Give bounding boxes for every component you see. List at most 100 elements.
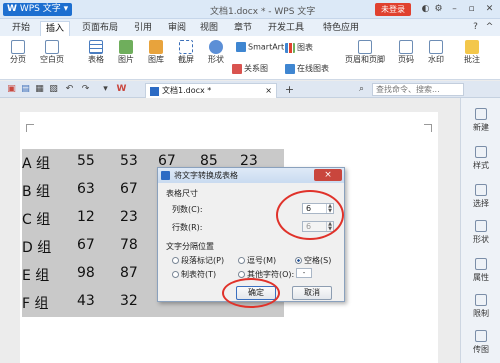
comment-icon [465, 40, 479, 54]
relation-graph-icon [232, 63, 242, 74]
style-icon [475, 146, 487, 158]
watermark-button[interactable]: 水印 [422, 40, 450, 65]
radio-tab[interactable]: 制表符(T) [172, 269, 216, 280]
relation-graph-button[interactable]: 关系图 [232, 63, 268, 74]
wps-home-icon[interactable]: W [116, 84, 127, 95]
page-number-icon [399, 40, 413, 54]
margin-mark-left [26, 124, 34, 132]
comment-button[interactable]: 批注 [458, 40, 486, 65]
document-tab[interactable]: 文档1.docx * × [145, 83, 277, 98]
print-icon[interactable]: ▦ [34, 84, 45, 95]
sidebar-item-style[interactable]: 样式 [465, 146, 497, 171]
tab-insert[interactable]: 插入 [40, 21, 70, 36]
smartart-button[interactable]: SmartArt [236, 42, 284, 52]
tab-review[interactable]: 审阅 [166, 21, 188, 36]
tab-view[interactable]: 视图 [198, 21, 220, 36]
tab-references[interactable]: 引用 [132, 21, 154, 36]
preview-icon[interactable]: ▧ [48, 84, 59, 95]
folder-icon[interactable]: ▣ [6, 84, 17, 95]
sidebar-item-properties[interactable]: 属性 [465, 258, 497, 283]
cell-value: 43 [77, 293, 95, 309]
undo-icon[interactable]: ↶ [64, 84, 75, 95]
radio-space[interactable]: 空格(S) [295, 255, 331, 266]
radio-icon [238, 271, 245, 278]
window-title: 文档1.docx * - WPS 文字 [210, 7, 316, 17]
cell-value: 12 [77, 209, 95, 225]
sidebar-item-shape[interactable]: 形状 [465, 220, 497, 245]
app-menu-button[interactable]: W WPS 文字 ▾ [3, 3, 73, 16]
tab-developer[interactable]: 开发工具 [266, 21, 306, 36]
document-tab-bar: ▣ ▤ ▦ ▧ ↶ ↷ ▾ W 文档1.docx * × + ⌕ 查找命令、搜索… [0, 81, 500, 98]
dialog-close-button[interactable]: × [314, 169, 342, 181]
table-button[interactable]: 表格 [82, 40, 110, 65]
command-search-input[interactable]: 查找命令、搜索... [372, 83, 464, 96]
picture-icon [119, 40, 133, 54]
page-number-button[interactable]: 页码 [392, 40, 420, 65]
new-tab-icon[interactable]: + [284, 84, 295, 95]
online-chart-button[interactable]: 在线图表 [285, 63, 329, 74]
radio-icon [172, 271, 179, 278]
online-chart-icon [285, 63, 295, 74]
radio-comma[interactable]: 逗号(M) [238, 255, 276, 266]
table-icon [89, 40, 103, 54]
radio-selected-icon [295, 257, 302, 264]
close-window-icon[interactable]: ✕ [484, 4, 495, 15]
row-label: B 组 [22, 184, 51, 200]
lock-icon [475, 294, 487, 306]
close-tab-icon[interactable]: × [265, 84, 272, 98]
maximize-icon[interactable]: ▫ [466, 4, 477, 15]
columns-label: 列数(C): [172, 205, 203, 214]
minimize-icon[interactable]: – [449, 4, 460, 15]
cell-value: 78 [120, 237, 138, 253]
save-icon[interactable]: ▤ [20, 84, 31, 95]
login-button[interactable]: 未登录 [375, 3, 411, 16]
skin-icon[interactable]: ◐ [420, 4, 431, 15]
header-footer-icon [358, 40, 372, 54]
sidebar-item-select[interactable]: 选择 [465, 184, 497, 209]
redo-icon[interactable]: ↷ [80, 84, 91, 95]
dropdown-icon[interactable]: ▾ [100, 84, 111, 95]
dialog-title: 将文字转换成表格 [174, 171, 238, 180]
ribbon-tab-bar: 开始 插入 页面布局 引用 审阅 视图 章节 开发工具 特色应用 ? ^ [0, 19, 500, 36]
chart-button[interactable]: 图表 [285, 42, 313, 53]
page-break-icon [11, 40, 25, 54]
tab-home[interactable]: 开始 [10, 21, 32, 36]
settings-icon[interactable]: ⚙ [433, 4, 444, 15]
dialog-app-icon [161, 171, 170, 180]
row-label: A 组 [22, 156, 51, 172]
sidebar-item-new[interactable]: 新建 [465, 108, 497, 133]
app-name: WPS 文字 [19, 4, 61, 14]
gallery-button[interactable]: 图库 [142, 40, 170, 65]
row-label: E 组 [22, 268, 50, 284]
tab-features[interactable]: 特色应用 [320, 21, 362, 36]
radio-paragraph-mark[interactable]: 段落标记(P) [172, 255, 224, 266]
page-break-button[interactable]: 分页 [6, 40, 30, 65]
tab-section[interactable]: 章节 [232, 21, 254, 36]
picture-button[interactable]: 图片 [112, 40, 140, 65]
collapse-ribbon-icon[interactable]: ^ [484, 22, 495, 33]
row-label: C 组 [22, 212, 51, 228]
sidebar-item-upload-image[interactable]: 传图 [465, 330, 497, 355]
blank-page-icon [45, 40, 59, 54]
properties-icon [475, 258, 487, 270]
blank-page-button[interactable]: 空白页 [36, 40, 68, 65]
other-char-input[interactable]: - [296, 268, 312, 278]
shapes-icon [209, 40, 223, 54]
annotation-ok-highlight [222, 278, 280, 308]
annotation-columns-highlight [276, 190, 344, 240]
cell-value: 63 [77, 181, 95, 197]
shapes-button[interactable]: 形状 [202, 40, 230, 65]
help-icon[interactable]: ? [470, 22, 481, 33]
cancel-button[interactable]: 取消 [292, 286, 332, 300]
cell-value: 87 [120, 265, 138, 281]
table-size-heading: 表格尺寸 [166, 189, 198, 198]
right-sidebar: 新建 样式 选择 形状 属性 限制 传图 [460, 98, 500, 363]
screenshot-button[interactable]: 截屏 [172, 40, 200, 65]
chart-icon [285, 42, 295, 53]
sidebar-item-restrict[interactable]: 限制 [465, 294, 497, 319]
header-footer-button[interactable]: 页眉和页脚 [342, 40, 388, 65]
cell-value: 32 [120, 293, 138, 309]
tab-page-layout[interactable]: 页面布局 [80, 21, 120, 36]
search-icon: ⌕ [358, 84, 365, 94]
new-icon [475, 108, 487, 120]
